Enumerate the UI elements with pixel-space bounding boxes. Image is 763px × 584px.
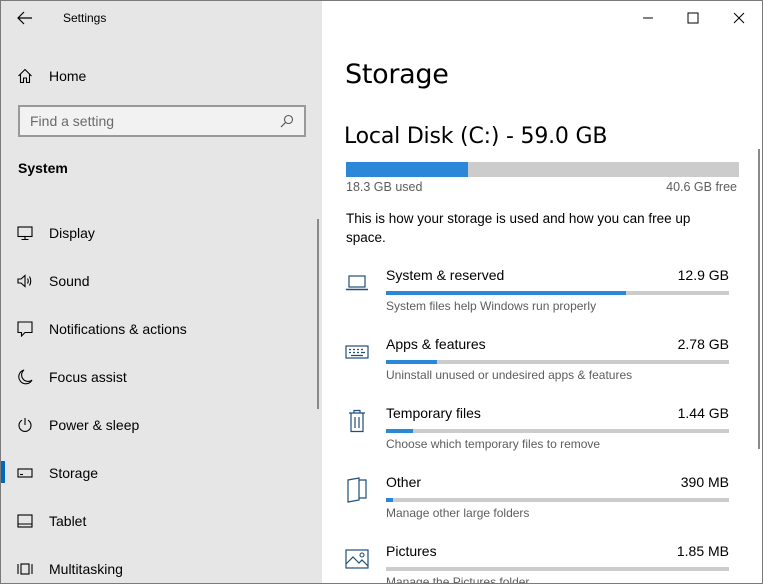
- category-hint: Uninstall unused or undesired apps & fea…: [386, 368, 633, 382]
- category-bar-fill: [386, 291, 627, 295]
- category-hint: Choose which temporary files to remove: [386, 437, 601, 451]
- minimize-button[interactable]: [625, 1, 671, 35]
- category-system-reserved[interactable]: System & reserved 12.9 GB System files h…: [343, 265, 733, 334]
- maximize-icon: [687, 12, 699, 24]
- search-icon[interactable]: [280, 114, 294, 128]
- sidebar: Settings Home System: [1, 1, 322, 583]
- nav-list: Display Sound Notifications & actions Fo…: [1, 209, 322, 583]
- close-icon: [733, 12, 745, 24]
- category-hint: System files help Windows run properly: [386, 299, 597, 313]
- search-box[interactable]: [18, 105, 306, 137]
- settings-window: Settings Home System: [0, 0, 763, 584]
- disk-free-label: 40.6 GB free: [666, 180, 737, 194]
- app-title: Settings: [63, 11, 107, 25]
- category-other[interactable]: Other 390 MB Manage other large folders: [343, 472, 733, 541]
- category-size: 390 MB: [680, 474, 729, 490]
- storage-drive-icon: [1, 467, 49, 479]
- monitor-icon: [1, 225, 49, 241]
- sidebar-item-focus-assist[interactable]: Focus assist: [1, 353, 322, 401]
- category-temporary-files[interactable]: Temporary files 1.44 GB Choose which tem…: [343, 403, 733, 472]
- category-pictures[interactable]: Pictures 1.85 MB Manage the Pictures fol…: [343, 541, 733, 584]
- sidebar-item-label: Display: [49, 225, 95, 241]
- category-hint: Manage the Pictures folder: [386, 575, 530, 584]
- category-hint: Manage other large folders: [386, 506, 530, 520]
- trash-icon: [343, 407, 371, 435]
- category-size: 12.9 GB: [677, 267, 729, 283]
- laptop-icon: [343, 269, 371, 297]
- category-name: Apps & features: [386, 336, 486, 352]
- moon-icon: [1, 369, 49, 385]
- category-name: System & reserved: [386, 267, 505, 283]
- category-size: 1.85 MB: [676, 543, 729, 559]
- sidebar-item-label: Focus assist: [49, 369, 127, 385]
- main-scrollbar[interactable]: [758, 149, 760, 449]
- section-title: System: [18, 160, 68, 176]
- disk-usage-fill: [346, 162, 468, 177]
- category-bar: [386, 567, 729, 571]
- home-icon: [1, 68, 49, 84]
- sidebar-item-label: Sound: [49, 273, 90, 289]
- storage-description: This is how your storage is used and how…: [346, 211, 691, 245]
- folder-icon: [343, 476, 371, 504]
- minimize-icon: [643, 17, 653, 19]
- sidebar-item-storage[interactable]: Storage: [1, 449, 322, 497]
- category-bar-fill: [386, 360, 438, 364]
- category-name: Other: [386, 474, 422, 490]
- sidebar-item-tablet[interactable]: Tablet: [1, 497, 322, 545]
- maximize-button[interactable]: [670, 1, 716, 35]
- disk-title[interactable]: Local Disk (C:) - 59.0 GB: [344, 124, 607, 149]
- category-bar-fill: [386, 429, 414, 433]
- back-button[interactable]: [1, 1, 49, 35]
- sidebar-item-label: Multitasking: [49, 561, 123, 577]
- sidebar-item-label: Power & sleep: [49, 417, 140, 433]
- category-size: 1.44 GB: [677, 405, 729, 421]
- sidebar-item-label: Tablet: [49, 513, 87, 529]
- notification-icon: [1, 321, 49, 337]
- sidebar-item-label: Storage: [49, 465, 99, 481]
- sidebar-item-label: Notifications & actions: [49, 321, 187, 337]
- power-icon: [1, 417, 49, 433]
- category-size: 2.78 GB: [677, 336, 729, 352]
- disk-used-label: 18.3 GB used: [346, 180, 423, 194]
- speaker-icon: [1, 274, 49, 288]
- search-input[interactable]: [30, 113, 270, 129]
- nav-home[interactable]: Home: [1, 59, 322, 93]
- multitasking-icon: [1, 561, 49, 577]
- nav-home-label: Home: [49, 68, 87, 84]
- sidebar-item-notifications[interactable]: Notifications & actions: [1, 305, 322, 353]
- sidebar-item-sound[interactable]: Sound: [1, 257, 322, 305]
- category-bar: [386, 429, 729, 433]
- category-name: Temporary files: [386, 405, 481, 421]
- disk-usage-bar: [346, 162, 739, 177]
- sidebar-item-power-sleep[interactable]: Power & sleep: [1, 401, 322, 449]
- sidebar-item-multitasking[interactable]: Multitasking: [1, 545, 322, 583]
- category-name: Pictures: [386, 543, 437, 559]
- category-bar: [386, 360, 729, 364]
- picture-icon: [343, 545, 371, 573]
- close-button[interactable]: [716, 1, 762, 35]
- keyboard-icon: [343, 338, 371, 366]
- page-title: Storage: [345, 59, 449, 90]
- sidebar-scrollbar[interactable]: [317, 219, 319, 409]
- category-bar-fill: [386, 498, 393, 502]
- tablet-icon: [1, 514, 49, 528]
- sidebar-item-display[interactable]: Display: [1, 209, 322, 257]
- back-arrow-icon: [17, 11, 32, 25]
- category-bar: [386, 291, 729, 295]
- category-list: System & reserved 12.9 GB System files h…: [343, 265, 733, 584]
- category-bar: [386, 498, 729, 502]
- category-apps-features[interactable]: Apps & features 2.78 GB Uninstall unused…: [343, 334, 733, 403]
